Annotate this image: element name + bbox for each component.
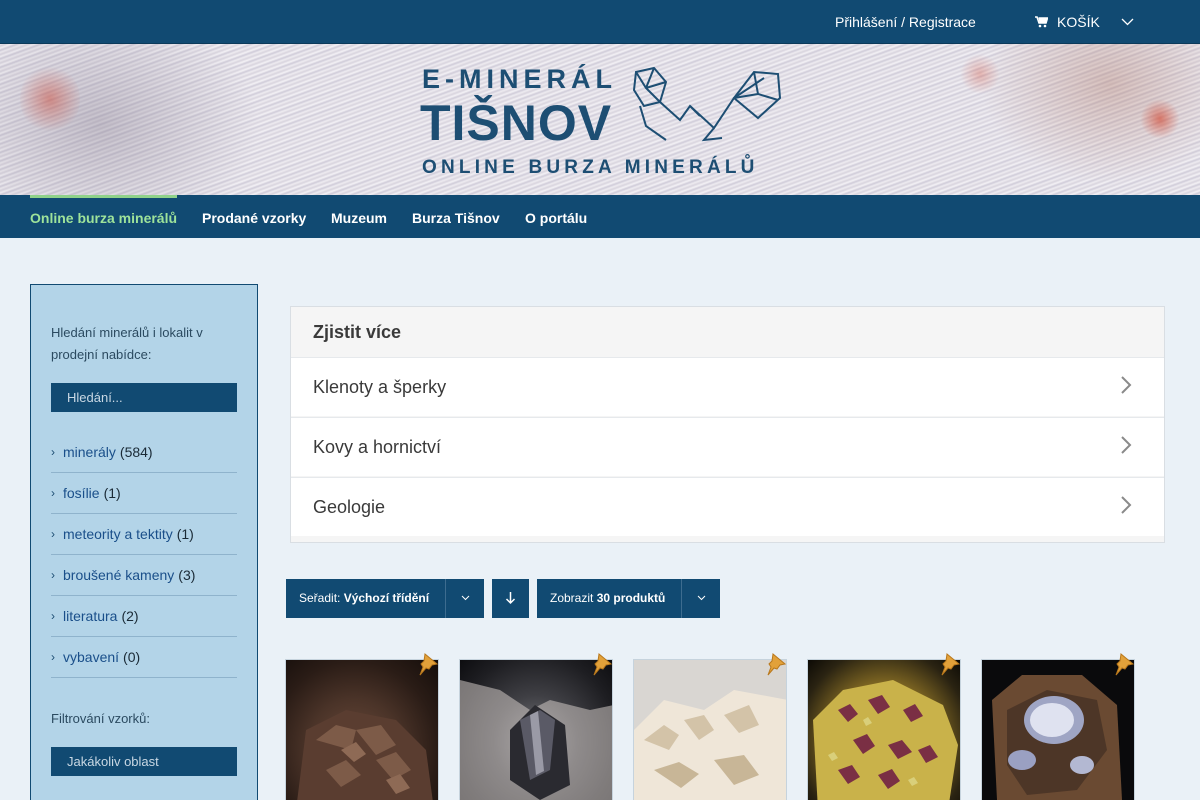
sidebar-item-vybaveni[interactable]: › vybavení (0): [51, 637, 237, 678]
cart-button[interactable]: KOŠÍK: [1035, 14, 1134, 30]
chevron-right-icon: ›: [51, 527, 55, 541]
nav-item-prodane-vzorky[interactable]: Prodané vzorky: [202, 210, 306, 226]
nav-item-online-burza[interactable]: Online burza minerálů: [30, 210, 177, 226]
product-image-3[interactable]: [633, 659, 787, 800]
category-count: (1): [176, 526, 194, 542]
chevron-right-icon: ›: [51, 650, 55, 664]
pin-icon: [419, 653, 439, 676]
top-bar: Přihlášení / Registrace KOŠÍK: [0, 0, 1200, 44]
accordion-label: Geologie: [313, 497, 386, 517]
cart-icon: [1035, 16, 1048, 28]
area-filter-select[interactable]: Jakákoliv oblast: [51, 747, 237, 776]
chevron-right-icon: ›: [51, 568, 55, 582]
panel-title: Zjistit více: [313, 322, 402, 342]
pin-icon: [593, 653, 613, 676]
search-input[interactable]: Hledání...: [51, 383, 237, 412]
chevron-right-icon: [1121, 496, 1132, 514]
mineral-photo: [992, 675, 1122, 800]
mineral-photo: [813, 680, 958, 800]
active-indicator: [30, 195, 177, 198]
chevron-down-icon: [1121, 18, 1134, 26]
arrow-down-icon: [505, 592, 516, 605]
sort-label: Seřadit: Výchozí třídění: [299, 591, 430, 605]
chevron-down-icon: [697, 595, 706, 601]
sort-direction-button[interactable]: [492, 579, 529, 618]
category-name[interactable]: vybavení: [63, 649, 119, 665]
pin-icon: [1115, 653, 1135, 676]
pin-icon: [941, 653, 961, 676]
mineral-photo: [297, 710, 433, 800]
chevron-right-icon: [1121, 436, 1132, 454]
accordion-item-kovy[interactable]: Kovy a hornictví: [291, 417, 1164, 476]
login-register-link[interactable]: Přihlášení / Registrace: [835, 14, 976, 30]
header-banner: E-MINERÁL TIŠNOV ONLINE BURZA MINERÁLŮ: [0, 44, 1200, 195]
logo-main-text[interactable]: TIŠNOV: [420, 94, 612, 152]
nav-item-muzeum[interactable]: Muzeum: [331, 210, 387, 226]
category-name[interactable]: fosílie: [63, 485, 100, 501]
main-navigation: Online burza minerálů Prodané vzorky Muz…: [0, 195, 1200, 238]
pin-icon: [767, 653, 787, 676]
banner-spot: [20, 64, 80, 134]
category-count: (0): [123, 649, 141, 665]
category-count: (2): [121, 608, 139, 624]
per-page-label: Zobrazit 30 produktů: [550, 591, 666, 605]
accordion-label: Klenoty a šperky: [313, 377, 447, 397]
chevron-right-icon: ›: [51, 609, 55, 623]
chevron-down-icon: [461, 595, 470, 601]
filter-label: Filtrování vzorků:: [51, 711, 150, 726]
nav-item-burza-tisnov[interactable]: Burza Tišnov: [412, 210, 500, 226]
accordion-label: Kovy a hornictví: [313, 437, 442, 457]
sidebar-item-fosilie[interactable]: › fosílie (1): [51, 473, 237, 514]
learn-more-panel: Zjistit více Klenoty a šperky Kovy a hor…: [290, 306, 1165, 543]
accordion-item-geologie[interactable]: Geologie: [291, 477, 1164, 536]
nav-item-o-portalu[interactable]: O portálu: [525, 210, 587, 226]
product-image-5[interactable]: [981, 659, 1135, 800]
category-count: (584): [119, 444, 153, 460]
banner-spot: [960, 54, 1000, 94]
mineral-photo: [460, 680, 612, 800]
per-page-select[interactable]: Zobrazit 30 produktů: [537, 579, 720, 618]
cart-label: KOŠÍK: [1057, 14, 1100, 30]
category-count: (3): [178, 567, 196, 583]
product-image-1[interactable]: [285, 659, 439, 800]
chevron-right-icon: [1121, 376, 1132, 394]
sidebar-item-meteority[interactable]: › meteority a tektity (1): [51, 514, 237, 555]
logo-subtitle[interactable]: ONLINE BURZA MINERÁLŮ: [422, 157, 759, 179]
product-image-2[interactable]: [459, 659, 613, 800]
category-count: (1): [103, 485, 121, 501]
category-name[interactable]: literatura: [63, 608, 117, 624]
sort-select[interactable]: Seřadit: Výchozí třídění: [286, 579, 484, 618]
category-name[interactable]: minerály: [63, 444, 116, 460]
category-name[interactable]: broušené kameny: [63, 567, 174, 583]
product-image-4[interactable]: [807, 659, 961, 800]
sidebar-item-mineraly[interactable]: › minerály (584): [51, 432, 237, 473]
sidebar: Hledání minerálů i lokalit v prodejní na…: [30, 284, 258, 800]
chevron-right-icon: ›: [51, 445, 55, 459]
crystal-logo-icon: [632, 66, 782, 142]
divider: [681, 579, 682, 618]
banner-spot: [1140, 99, 1180, 139]
mineral-photo: [634, 660, 786, 800]
divider: [445, 579, 446, 618]
sidebar-item-literatura[interactable]: › literatura (2): [51, 596, 237, 637]
logo-top-text[interactable]: E-MINERÁL: [422, 64, 617, 95]
sidebar-item-brousene-kameny[interactable]: › broušené kameny (3): [51, 555, 237, 596]
search-label: Hledání minerálů i lokalit v prodejní na…: [51, 325, 203, 362]
category-name[interactable]: meteority a tektity: [63, 526, 173, 542]
accordion-item-klenoty[interactable]: Klenoty a šperky: [291, 357, 1164, 416]
chevron-right-icon: ›: [51, 486, 55, 500]
